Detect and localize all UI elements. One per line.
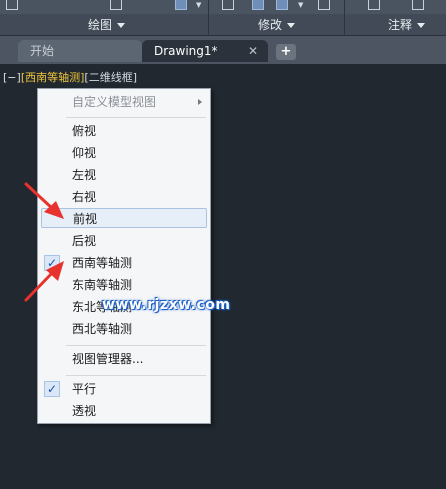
add-tab-button[interactable]: + bbox=[276, 44, 296, 60]
chevron-down-icon bbox=[417, 22, 426, 28]
tab-label: Drawing1* bbox=[154, 44, 218, 58]
menu-item-sw-isometric[interactable]: ✓ 西南等轴测 bbox=[38, 253, 210, 273]
menu-item-perspective[interactable]: 透视 bbox=[38, 401, 210, 421]
menu-item-label: 左视 bbox=[72, 168, 97, 182]
menu-item-label: 透视 bbox=[72, 404, 97, 418]
draw-panel-label: 绘图 bbox=[88, 18, 113, 32]
menu-separator bbox=[66, 345, 206, 346]
menu-item-label: 平行 bbox=[72, 382, 97, 396]
file-tab-bar: 开始 Drawing1* ✕ + bbox=[0, 36, 446, 64]
menu-item-nw-isometric[interactable]: 西北等轴测 bbox=[38, 319, 210, 339]
annotation-tool-icon[interactable] bbox=[368, 0, 380, 10]
visual-style-control[interactable]: [二维线框] bbox=[84, 71, 137, 84]
viewport-controls: [−][西南等轴测][二维线框] bbox=[3, 71, 137, 85]
tab-start[interactable]: 开始 bbox=[18, 40, 142, 62]
polygon-icon[interactable] bbox=[175, 0, 187, 10]
menu-separator bbox=[66, 117, 206, 118]
menu-item-se-isometric[interactable]: 东南等轴测 bbox=[38, 275, 210, 295]
chevron-down-icon[interactable]: ▼ bbox=[298, 1, 303, 9]
menu-item-custom-model-views[interactable]: 自定义模型视图 bbox=[38, 92, 210, 112]
move-icon[interactable] bbox=[222, 0, 234, 10]
modify-panel-title[interactable]: 修改 bbox=[258, 17, 296, 33]
menu-item-label: 右视 bbox=[72, 190, 97, 204]
chevron-down-icon bbox=[287, 22, 296, 28]
tab-label: 开始 bbox=[30, 44, 55, 58]
menu-item-label: 西南等轴测 bbox=[72, 256, 133, 270]
chevron-right-icon bbox=[198, 99, 202, 105]
panel-divider bbox=[208, 0, 209, 36]
view-control[interactable]: [西南等轴测] bbox=[21, 71, 85, 84]
chevron-down-icon[interactable]: ▼ bbox=[196, 1, 201, 9]
tool-icon[interactable] bbox=[6, 0, 18, 10]
annotate-panel-title[interactable]: 注释 bbox=[388, 17, 426, 33]
menu-item-top-view[interactable]: 俯视 bbox=[38, 121, 210, 141]
checkmark-icon: ✓ bbox=[44, 255, 60, 271]
ribbon-panel-bar: ▼ ▼ 绘图 修改 注释 bbox=[0, 0, 446, 36]
array-icon[interactable] bbox=[252, 0, 264, 10]
menu-item-label: 视图管理器... bbox=[72, 352, 144, 366]
menu-item-label: 仰视 bbox=[72, 146, 97, 160]
annotate-panel-label: 注释 bbox=[388, 18, 413, 32]
menu-item-label: 后视 bbox=[72, 234, 97, 248]
chevron-down-icon bbox=[117, 22, 126, 28]
array-icon[interactable] bbox=[276, 0, 288, 10]
annotation-tool-icon[interactable] bbox=[412, 0, 424, 10]
close-icon[interactable]: ✕ bbox=[248, 40, 258, 62]
menu-item-label: 前视 bbox=[73, 212, 98, 226]
menu-item-back-view[interactable]: 后视 bbox=[38, 231, 210, 251]
menu-item-parallel[interactable]: ✓ 平行 bbox=[38, 379, 210, 399]
menu-item-front-view[interactable]: 前视 bbox=[41, 208, 207, 228]
draw-panel-title[interactable]: 绘图 bbox=[88, 17, 126, 33]
menu-item-right-view[interactable]: 右视 bbox=[38, 187, 210, 207]
modify-panel-label: 修改 bbox=[258, 18, 283, 32]
menu-item-label: 俯视 bbox=[72, 124, 97, 138]
menu-item-label: 西北等轴测 bbox=[72, 322, 133, 336]
ribbon-tool-strip: ▼ ▼ bbox=[0, 0, 446, 14]
tab-drawing1[interactable]: Drawing1* ✕ bbox=[142, 40, 268, 62]
menu-item-bottom-view[interactable]: 仰视 bbox=[38, 143, 210, 163]
checkmark-icon: ✓ bbox=[44, 381, 60, 397]
menu-item-view-manager[interactable]: 视图管理器... bbox=[38, 349, 210, 369]
tool-icon[interactable] bbox=[110, 0, 122, 10]
panel-divider bbox=[344, 0, 345, 36]
viewport-minimize-control[interactable]: [−] bbox=[3, 71, 21, 84]
site-watermark: www.rjzxw.com bbox=[102, 297, 231, 313]
menu-item-label: 自定义模型视图 bbox=[72, 95, 157, 109]
menu-item-label: 东南等轴测 bbox=[72, 278, 133, 292]
menu-separator bbox=[66, 375, 206, 376]
view-context-menu: 自定义模型视图 俯视 仰视 左视 右视 前视 后视 ✓ 西南等轴测 东南等轴测 … bbox=[37, 88, 211, 424]
menu-item-left-view[interactable]: 左视 bbox=[38, 165, 210, 185]
text-icon[interactable] bbox=[318, 0, 330, 10]
